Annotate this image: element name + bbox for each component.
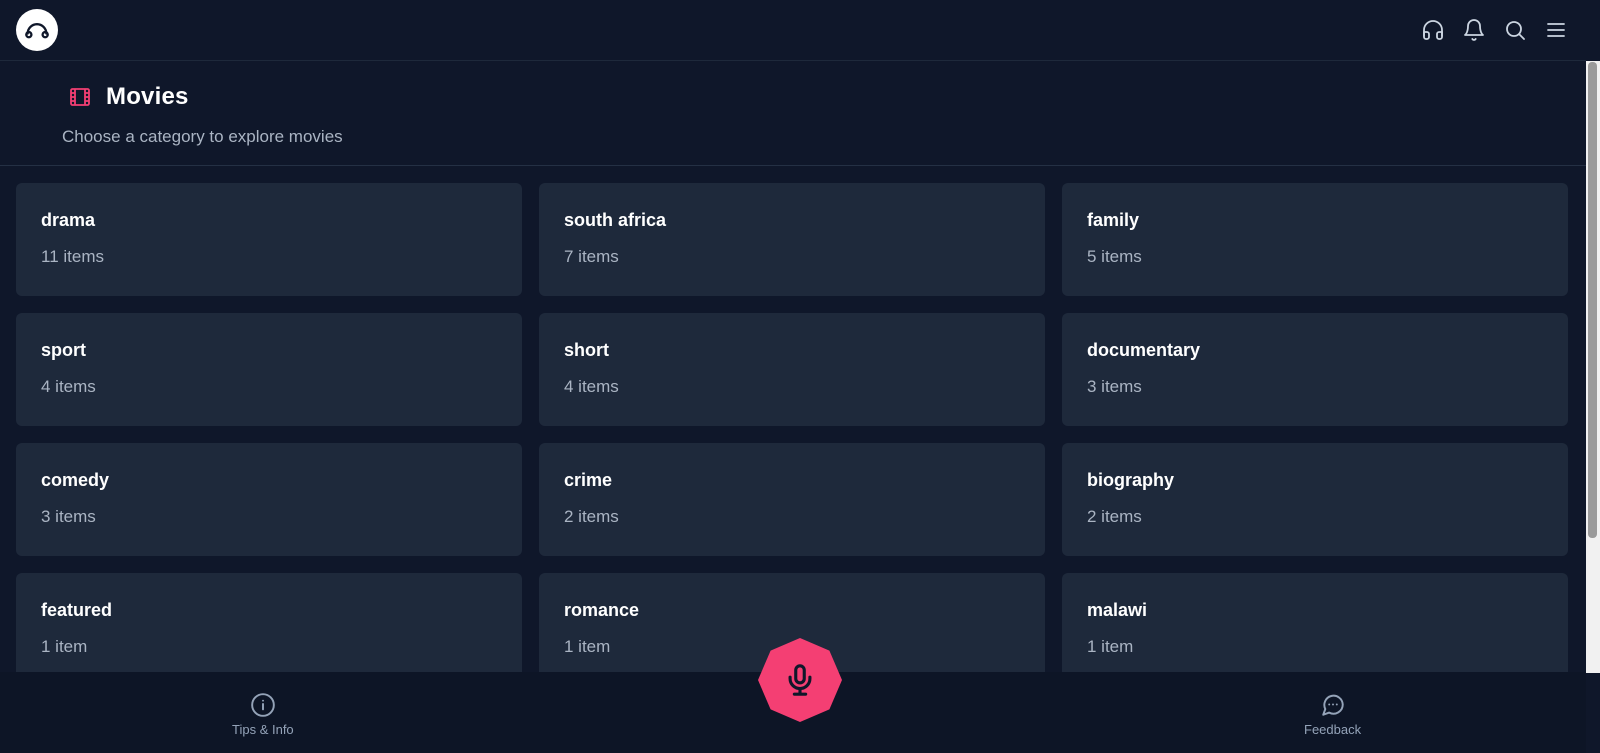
category-name: family <box>1087 210 1140 230</box>
category-card[interactable]: biography 2 items <box>1062 443 1568 556</box>
category-name: comedy <box>41 470 110 490</box>
page-subtitle: Choose a category to explore movies <box>62 127 343 146</box>
category-name: crime <box>564 470 613 490</box>
feedback-button[interactable]: Feedback <box>1304 692 1361 737</box>
category-name: short <box>564 340 609 360</box>
category-card[interactable]: short 4 items <box>539 313 1045 426</box>
headphones-icon[interactable] <box>1421 18 1445 42</box>
category-count: 3 items <box>1087 377 1142 396</box>
category-name: featured <box>41 600 113 620</box>
category-card[interactable]: crime 2 items <box>539 443 1045 556</box>
category-card[interactable]: south africa 7 items <box>539 183 1045 296</box>
category-count: 4 items <box>41 377 96 396</box>
category-count: 5 items <box>1087 247 1142 266</box>
tips-info-label: Tips & Info <box>232 722 294 737</box>
category-name: drama <box>41 210 96 230</box>
category-card[interactable]: drama 11 items <box>16 183 522 296</box>
category-grid: drama 11 items south africa 7 items fami… <box>16 183 1568 686</box>
headphones-logo-icon <box>25 23 49 39</box>
chat-bubble-icon <box>1321 694 1344 716</box>
category-count: 2 items <box>564 507 619 526</box>
search-icon[interactable] <box>1503 18 1527 42</box>
category-count: 1 item <box>41 637 88 656</box>
category-name: malawi <box>1087 600 1148 620</box>
category-count: 3 items <box>41 507 96 526</box>
category-card[interactable]: family 5 items <box>1062 183 1568 296</box>
category-name: south africa <box>564 210 667 230</box>
title-row: Movies <box>68 83 189 111</box>
category-card[interactable]: documentary 3 items <box>1062 313 1568 426</box>
category-name: romance <box>564 600 640 620</box>
category-card[interactable]: comedy 3 items <box>16 443 522 556</box>
category-count: 1 item <box>1087 637 1134 656</box>
category-count: 4 items <box>564 377 619 396</box>
category-count: 2 items <box>1087 507 1142 526</box>
page-header: Movies Choose a category to explore movi… <box>0 61 1586 166</box>
category-count: 11 items <box>41 247 104 266</box>
microphone-icon <box>788 664 812 696</box>
category-count: 7 items <box>564 247 619 266</box>
menu-icon[interactable] <box>1544 18 1568 42</box>
bell-icon[interactable] <box>1462 18 1486 42</box>
page-title: Movies <box>106 83 189 110</box>
category-name: biography <box>1087 470 1175 490</box>
film-icon <box>70 88 90 106</box>
feedback-label: Feedback <box>1304 722 1362 737</box>
category-card[interactable]: sport 4 items <box>16 313 522 426</box>
category-name: documentary <box>1087 340 1201 360</box>
category-card[interactable]: malawi 1 item <box>1062 573 1568 686</box>
info-icon <box>251 693 275 717</box>
top-bar <box>0 0 1586 61</box>
top-icons <box>1421 18 1570 42</box>
category-card[interactable]: featured 1 item <box>16 573 522 686</box>
app-logo[interactable] <box>16 9 58 51</box>
scrollbar-thumb[interactable] <box>1588 62 1597 538</box>
tips-info-button[interactable]: Tips & Info <box>232 692 294 737</box>
category-name: sport <box>41 340 86 360</box>
